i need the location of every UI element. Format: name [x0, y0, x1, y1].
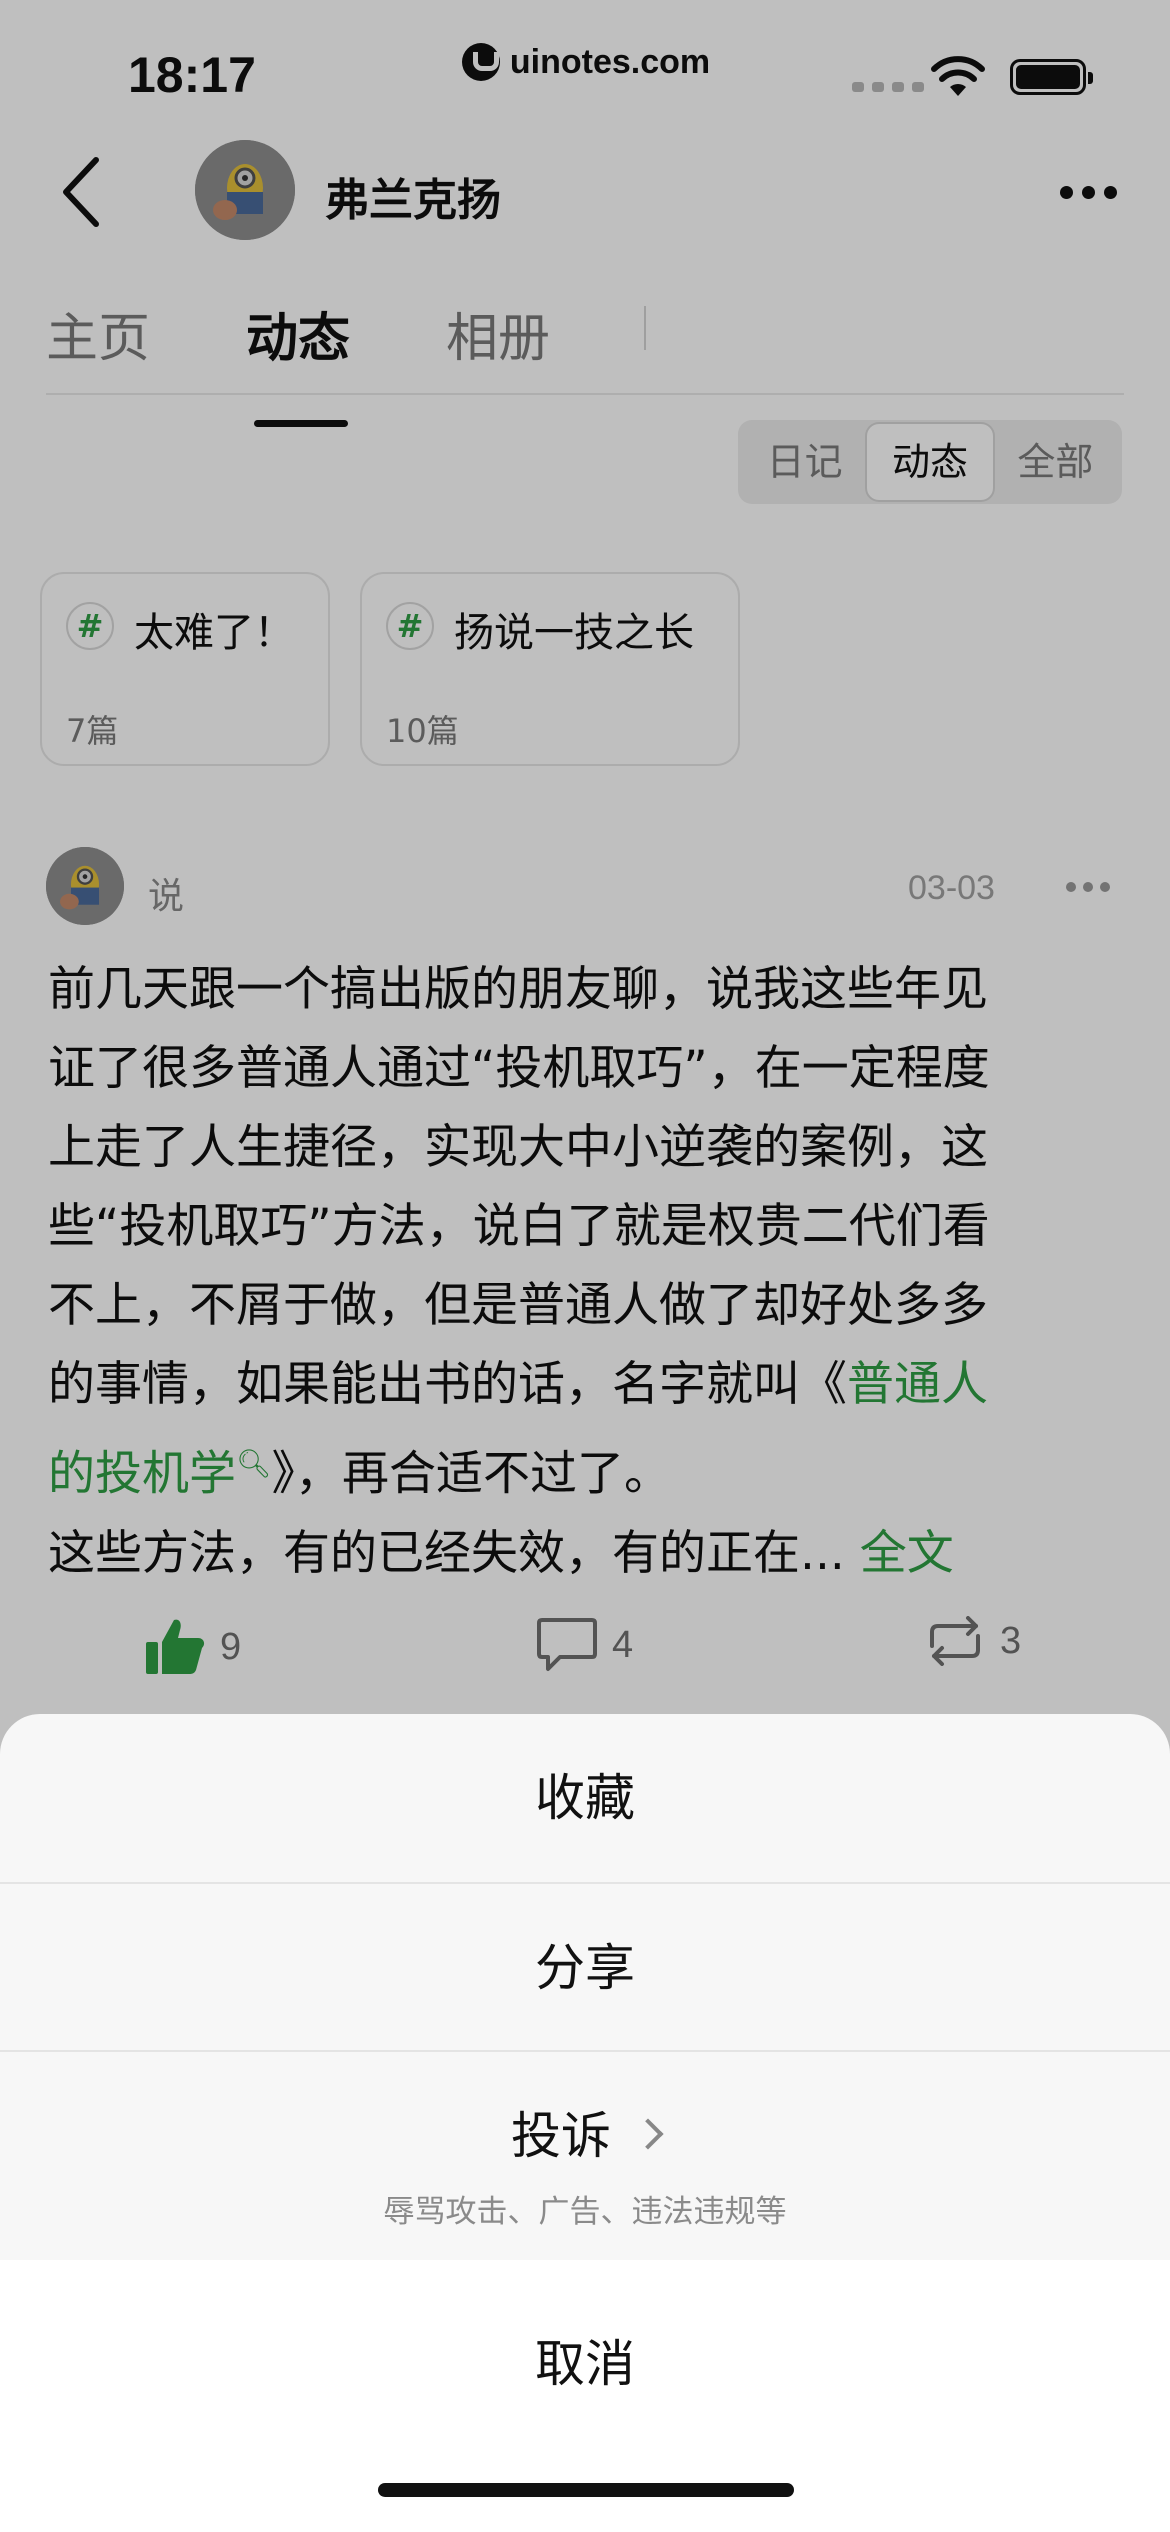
action-sheet: 收藏 分享 投诉 辱骂攻击、广告、违法违规等 取消: [0, 1714, 1170, 2532]
report-button[interactable]: 投诉 辱骂攻击、广告、违法违规等: [0, 2050, 1170, 2274]
report-title: 投诉: [0, 2096, 1170, 2168]
report-subtitle: 辱骂攻击、广告、违法违规等: [383, 2194, 787, 2230]
chevron-right-icon: [632, 2117, 664, 2150]
cancel-button[interactable]: 取消: [0, 2324, 1170, 2396]
share-button[interactable]: 分享: [0, 1882, 1170, 2050]
favorite-button[interactable]: 收藏: [0, 1714, 1170, 1882]
report-label: 投诉: [511, 2107, 611, 2165]
home-indicator[interactable]: [378, 2483, 794, 2497]
